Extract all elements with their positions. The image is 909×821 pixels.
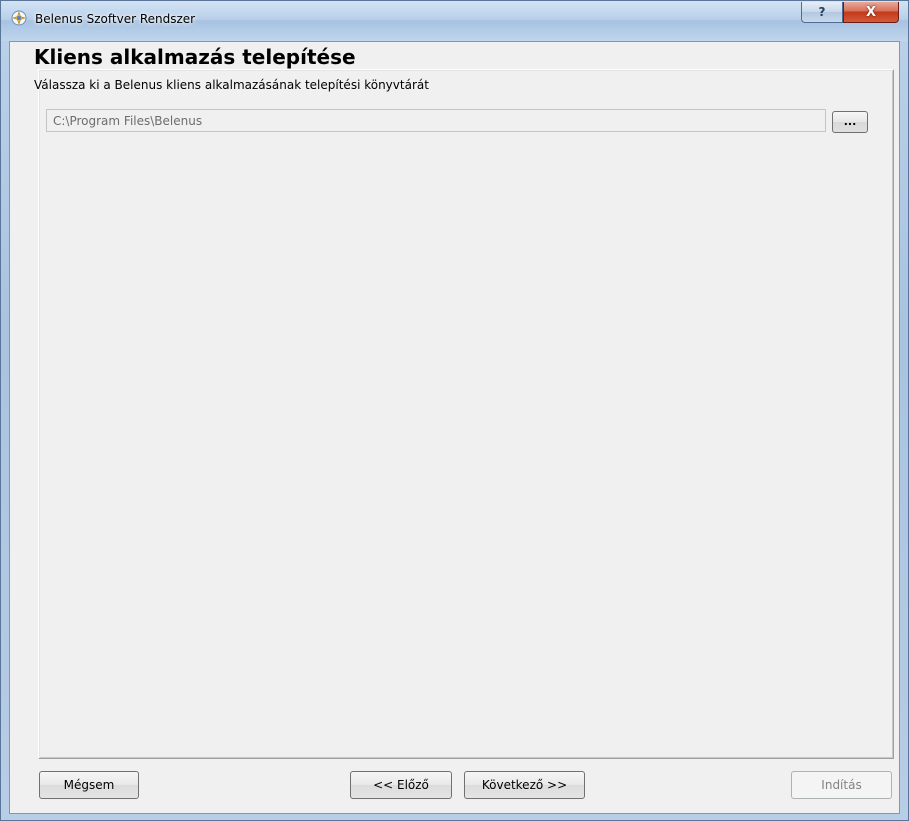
window-title: Belenus Szoftver Rendszer	[35, 12, 196, 26]
page-title: Kliens alkalmazás telepítése	[34, 45, 356, 69]
cancel-button[interactable]: Mégsem	[39, 771, 139, 799]
close-button[interactable]: X	[843, 2, 899, 23]
browse-button[interactable]: ...	[832, 111, 868, 133]
title-bar[interactable]: Belenus Szoftver Rendszer ? X	[1, 1, 908, 41]
start-button[interactable]: Indítás	[791, 771, 892, 799]
next-button[interactable]: Következő >>	[464, 771, 585, 799]
page-subtitle: Válassza ki a Belenus kliens alkalmazásá…	[34, 78, 429, 92]
install-path-field[interactable]	[46, 109, 826, 132]
wizard-page-frame	[38, 69, 894, 759]
app-icon	[10, 9, 28, 27]
dialog-client-area: Mégsem << Előző Következő >> Indítás	[9, 41, 900, 814]
installer-window: Belenus Szoftver Rendszer ? X Mégsem << …	[0, 0, 909, 821]
help-icon: ?	[818, 5, 826, 19]
close-icon: X	[865, 4, 877, 20]
help-button[interactable]: ?	[801, 2, 843, 23]
back-button[interactable]: << Előző	[350, 771, 452, 799]
